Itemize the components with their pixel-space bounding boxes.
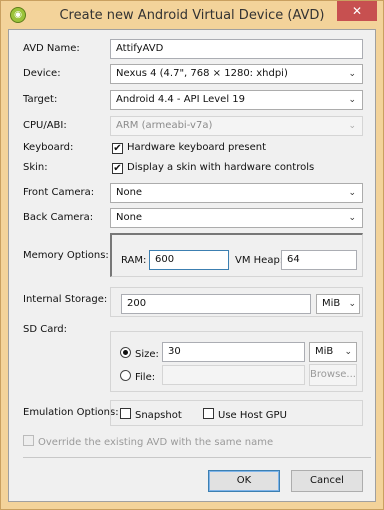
device-value: Nexus 4 (4.7", 768 × 1280: xhdpi): [116, 68, 288, 79]
cancel-button[interactable]: Cancel: [291, 470, 363, 492]
host-gpu-label: Use Host GPU: [218, 410, 287, 421]
back-camera-label: Back Camera:: [23, 212, 94, 223]
sd-size-input[interactable]: 30: [162, 342, 305, 362]
sd-file-label: File:: [135, 372, 156, 383]
avd-name-input[interactable]: AttifyAVD: [110, 39, 363, 59]
sd-file-input: [162, 365, 305, 385]
ram-input[interactable]: 600: [149, 250, 229, 270]
dialog-window: ◉ Create new Android Virtual Device (AVD…: [0, 0, 384, 510]
cpu-abi-label: CPU/ABI:: [23, 120, 67, 131]
chevron-down-icon: ⌄: [348, 299, 356, 309]
close-button[interactable]: ✕: [337, 1, 377, 21]
sd-size-unit-value: MiB: [315, 346, 334, 357]
skin-label: Skin:: [23, 162, 48, 173]
checkbox-checked-icon: ✔: [112, 163, 123, 174]
chevron-down-icon: ⌄: [348, 213, 356, 223]
checkbox-unchecked-icon: [203, 408, 214, 419]
sd-file-radio[interactable]: File:: [120, 370, 155, 383]
checkbox-checked-icon: ✔: [112, 143, 123, 154]
keyboard-checkbox[interactable]: ✔ Hardware keyboard present: [112, 142, 266, 154]
vm-heap-input[interactable]: 64: [281, 250, 357, 270]
device-select[interactable]: Nexus 4 (4.7", 768 × 1280: xhdpi) ⌄: [110, 64, 363, 84]
memory-options-label: Memory Options:: [23, 250, 109, 261]
snapshot-checkbox[interactable]: Snapshot: [120, 408, 182, 421]
internal-storage-unit-select[interactable]: MiB ⌄: [316, 294, 360, 314]
chevron-down-icon: ⌄: [348, 69, 356, 79]
chevron-down-icon: ⌄: [344, 347, 352, 357]
checkbox-unchecked-icon: [120, 408, 131, 419]
radio-selected-icon: [120, 347, 131, 358]
sd-size-radio[interactable]: Size:: [120, 347, 159, 360]
target-label: Target:: [23, 94, 58, 105]
footer-separator: [23, 457, 371, 458]
window-title: Create new Android Virtual Device (AVD): [59, 8, 325, 23]
host-gpu-checkbox[interactable]: Use Host GPU: [203, 408, 287, 421]
sd-size-label: Size:: [135, 349, 159, 360]
target-value: Android 4.4 - API Level 19: [116, 94, 246, 105]
front-camera-label: Front Camera:: [23, 187, 95, 198]
skin-checkbox[interactable]: ✔ Display a skin with hardware controls: [112, 162, 314, 174]
sd-size-unit-select[interactable]: MiB ⌄: [309, 342, 357, 362]
browse-button: Browse...: [309, 364, 357, 386]
ok-button[interactable]: OK: [208, 470, 280, 492]
checkbox-disabled-icon: [23, 435, 34, 446]
sd-card-label: SD Card:: [23, 324, 67, 335]
ram-label: RAM:: [121, 255, 147, 266]
back-camera-value: None: [116, 212, 143, 223]
radio-unselected-icon: [120, 370, 131, 381]
keyboard-option-label: Hardware keyboard present: [127, 142, 267, 153]
override-checkbox: Override the existing AVD with the same …: [23, 435, 273, 448]
cpu-abi-select: ARM (armeabi-v7a) ⌄: [110, 116, 363, 136]
vm-heap-label: VM Heap:: [235, 255, 284, 266]
snapshot-label: Snapshot: [135, 410, 182, 421]
avd-name-label: AVD Name:: [23, 43, 80, 54]
front-camera-value: None: [116, 187, 143, 198]
chevron-down-icon: ⌄: [348, 95, 356, 105]
front-camera-select[interactable]: None ⌄: [110, 183, 363, 203]
target-select[interactable]: Android 4.4 - API Level 19 ⌄: [110, 90, 363, 110]
internal-storage-unit-value: MiB: [322, 298, 341, 309]
back-camera-select[interactable]: None ⌄: [110, 208, 363, 228]
emulation-options-label: Emulation Options:: [23, 407, 119, 418]
keyboard-label: Keyboard:: [23, 142, 74, 153]
override-label: Override the existing AVD with the same …: [38, 437, 274, 448]
cpu-abi-value: ARM (armeabi-v7a): [116, 120, 213, 131]
skin-option-label: Display a skin with hardware controls: [127, 162, 315, 173]
device-label: Device:: [23, 68, 61, 79]
title-bar[interactable]: ◉ Create new Android Virtual Device (AVD…: [1, 1, 383, 29]
internal-storage-label: Internal Storage:: [23, 294, 108, 305]
dialog-body: AVD Name: AttifyAVD Device: Nexus 4 (4.7…: [8, 29, 376, 502]
chevron-down-icon: ⌄: [348, 121, 356, 131]
internal-storage-input[interactable]: 200: [121, 294, 311, 314]
chevron-down-icon: ⌄: [348, 188, 356, 198]
